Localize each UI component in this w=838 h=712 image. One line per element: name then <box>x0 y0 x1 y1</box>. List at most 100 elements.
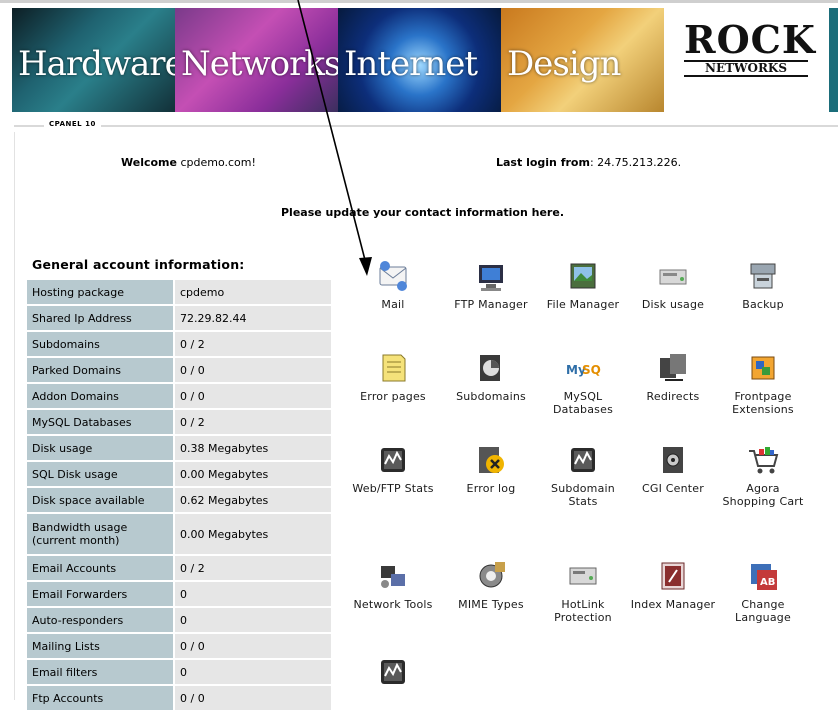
shopping-cart-icon <box>749 447 779 474</box>
cpanel-version-label: CPANEL 10 <box>44 120 101 128</box>
error-pages-icon <box>382 354 406 382</box>
update-contact-notice: Please update your contact information h… <box>281 206 564 219</box>
feature-label: Disk usage <box>641 298 705 311</box>
cgi-center-icon <box>663 447 683 473</box>
info-key: Disk usage <box>27 436 173 460</box>
feature-label: Backup <box>742 298 784 311</box>
info-row: Email Forwarders 0 <box>27 582 331 606</box>
feature-redirects[interactable]: Redirects <box>628 350 718 403</box>
info-value: 0 / 2 <box>173 410 331 434</box>
feature-label: Error log <box>466 482 516 495</box>
logo-sub-text: NETWORKS <box>684 60 808 77</box>
welcome-message: Welcome cpdemo.com! <box>121 156 256 169</box>
info-row: Email Accounts 0 / 2 <box>27 556 331 580</box>
feature-label: Change Language <box>735 598 791 624</box>
last-login: Last login from: 24.75.213.226. <box>496 156 681 169</box>
feature-mail[interactable]: Mail <box>348 258 438 311</box>
info-key: Parked Domains <box>27 358 173 382</box>
banner-word: Hardware <box>18 44 175 84</box>
feature-label: File Manager <box>546 298 620 311</box>
feature-file-manager[interactable]: File Manager <box>538 258 628 311</box>
info-row: Disk space available 0.62 Megabytes <box>27 488 331 512</box>
info-value: 0 / 2 <box>173 556 331 580</box>
feature-network-tools[interactable]: Network Tools <box>348 558 438 611</box>
info-row: Addon Domains 0 / 0 <box>27 384 331 408</box>
svg-text:AB: AB <box>760 577 775 588</box>
info-value: 0 <box>173 660 331 684</box>
feature-cgi-center[interactable]: CGI Center <box>628 442 718 495</box>
banner-edge <box>829 8 838 112</box>
info-row: SQL Disk usage 0.00 Megabytes <box>27 462 331 486</box>
mysql-icon: MySQL <box>566 363 609 377</box>
info-row: Hosting package cpdemo <box>27 280 331 304</box>
feature-shopping-cart[interactable]: Agora Shopping Cart <box>718 442 808 508</box>
error-log-icon <box>479 447 504 473</box>
frontpage-icon <box>751 356 775 380</box>
feature-frontpage[interactable]: Frontpage Extensions <box>718 350 808 416</box>
index-manager-icon <box>661 562 685 590</box>
update-contact-link[interactable]: here <box>532 206 560 219</box>
feature-disk-usage[interactable]: Disk usage <box>628 258 718 311</box>
info-key: Email filters <box>27 660 173 684</box>
feature-index-manager[interactable]: Index Manager <box>628 558 718 611</box>
info-value: 0.00 Megabytes <box>173 462 331 486</box>
feature-backup[interactable]: Backup <box>718 258 808 311</box>
info-value: 0 / 0 <box>173 384 331 408</box>
info-key: Addon Domains <box>27 384 173 408</box>
info-value: 72.29.82.44 <box>173 306 331 330</box>
feature-change-language[interactable]: AB Change Language <box>718 558 808 624</box>
feature-label: Mail <box>381 298 405 311</box>
info-row: Parked Domains 0 / 0 <box>27 358 331 382</box>
info-value: 0 / 0 <box>173 686 331 710</box>
feature-label: CGI Center <box>642 482 704 495</box>
info-value: 0.62 Megabytes <box>173 488 331 512</box>
feature-subdomain-stats[interactable]: Subdomain Stats <box>538 442 628 508</box>
subdomain-stats-icon <box>571 448 595 472</box>
info-key: Bandwidth usage (current month) <box>27 514 173 554</box>
feature-mime-types[interactable]: MIME Types <box>446 558 536 611</box>
feature-stats-2[interactable] <box>348 654 438 694</box>
redirects-icon <box>660 354 686 381</box>
info-value: 0 <box>173 608 331 632</box>
info-row: MySQL Databases 0 / 2 <box>27 410 331 434</box>
banner-word: Networks <box>181 44 338 84</box>
general-info-table: Hosting package cpdemo Shared Ip Address 72… <box>27 278 331 712</box>
stats-icon <box>381 448 405 472</box>
update-notice-text: Please update your contact information <box>281 206 532 219</box>
feature-label: Subdomain Stats <box>551 482 615 508</box>
info-key: Shared Ip Address <box>27 306 173 330</box>
info-row: Bandwidth usage (current month) 0.00 Mega… <box>27 514 331 554</box>
mail-icon <box>379 261 407 291</box>
info-row: Email filters 0 <box>27 660 331 684</box>
info-value: 0 / 2 <box>173 332 331 356</box>
feature-hotlink[interactable]: HotLink Protection <box>538 558 628 624</box>
mime-types-icon <box>479 562 505 588</box>
feature-error-log[interactable]: Error log <box>446 442 536 495</box>
info-key: Hosting package <box>27 280 173 304</box>
info-value: 0.38 Megabytes <box>173 436 331 460</box>
hotlink-icon <box>569 567 597 585</box>
feature-subdomains[interactable]: Subdomains <box>446 350 536 403</box>
header-banner: Hardware Networks Internet Design ROCK N… <box>12 8 838 112</box>
info-value: 0 / 0 <box>173 358 331 382</box>
feature-label: HotLink Protection <box>554 598 612 624</box>
cpanel-title-bar: CPANEL 10 <box>14 120 838 132</box>
banner-panel-hardware: Hardware <box>12 8 175 112</box>
info-value: 0 <box>173 582 331 606</box>
info-key: Auto-responders <box>27 608 173 632</box>
info-row: Shared Ip Address 72.29.82.44 <box>27 306 331 330</box>
feature-label: MySQL Databases <box>552 390 614 416</box>
info-row: Ftp Accounts 0 / 0 <box>27 686 331 710</box>
feature-label: Redirects <box>646 390 700 403</box>
feature-mysql[interactable]: MySQL MySQL Databases <box>538 350 628 416</box>
info-row: Subdomains 0 / 2 <box>27 332 331 356</box>
update-notice-suffix: . <box>559 206 564 219</box>
feature-stats[interactable]: Web/FTP Stats <box>348 442 438 495</box>
feature-error-pages[interactable]: Error pages <box>348 350 438 403</box>
feature-label: Index Manager <box>630 598 716 611</box>
ftp-manager-icon <box>479 265 503 291</box>
feature-label: MIME Types <box>458 598 524 611</box>
feature-ftp-manager[interactable]: FTP Manager <box>446 258 536 311</box>
info-key: Disk space available <box>27 488 173 512</box>
welcome-label: Welcome <box>121 156 177 169</box>
